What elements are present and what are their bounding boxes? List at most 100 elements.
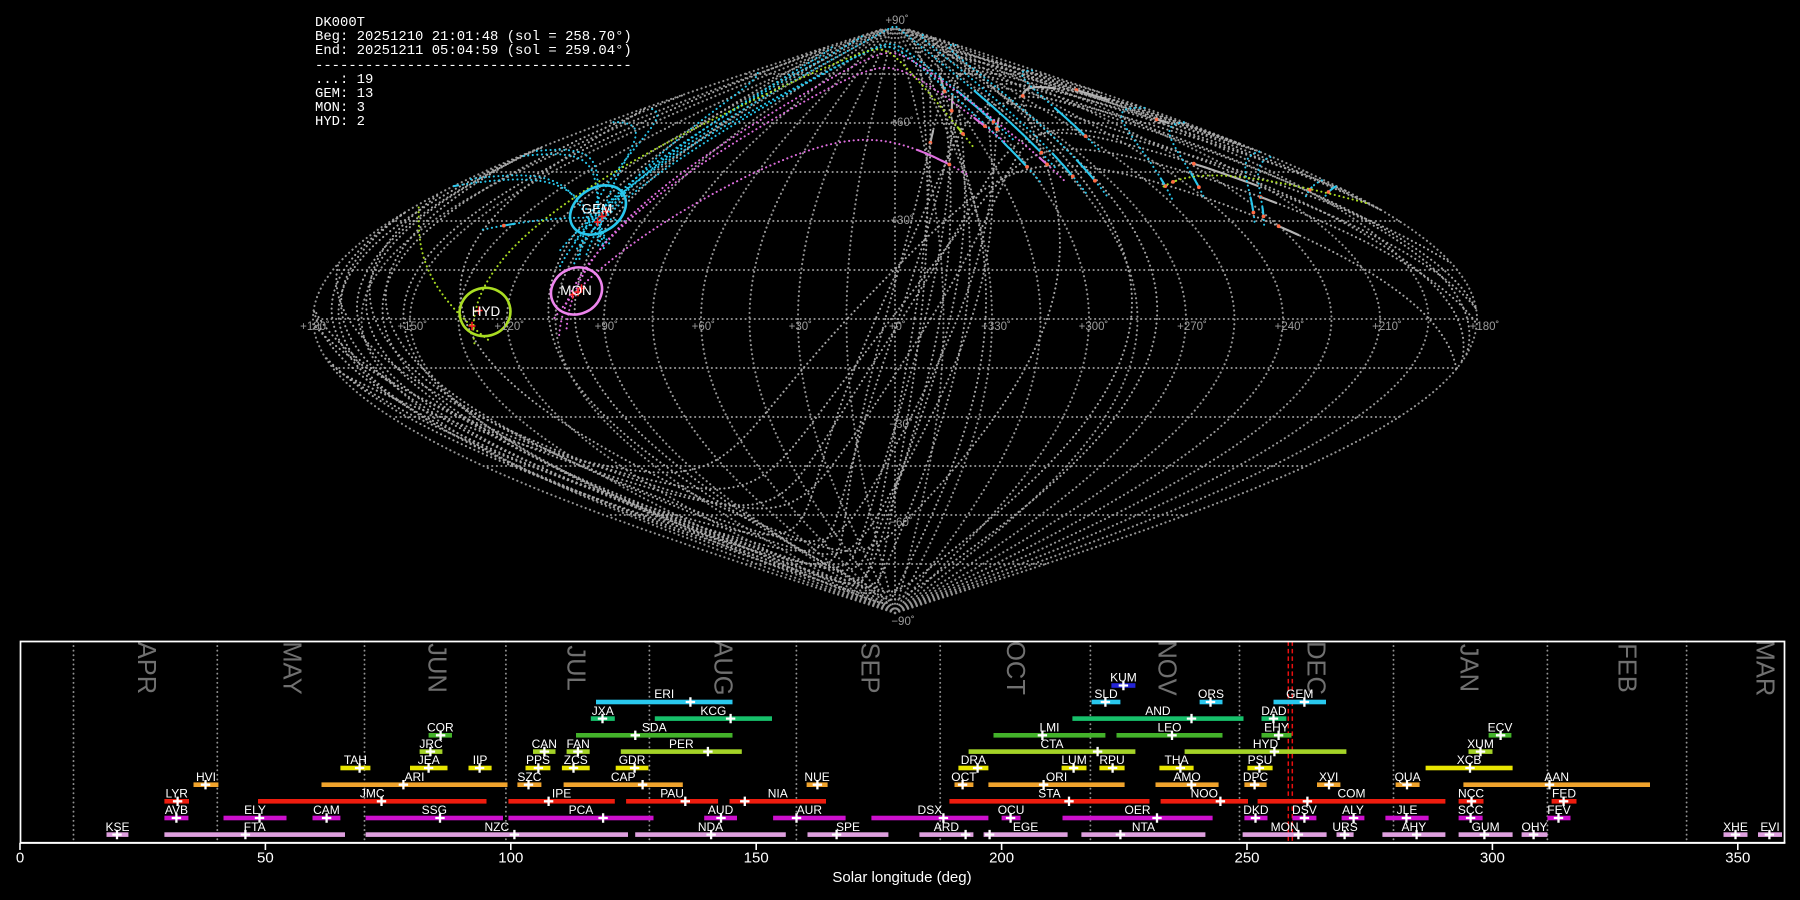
svg-text:HVI: HVI xyxy=(196,770,216,784)
svg-text:QUA: QUA xyxy=(1395,770,1421,784)
svg-text:CTA: CTA xyxy=(1040,737,1063,751)
svg-text:NTA: NTA xyxy=(1132,820,1155,834)
svg-text:APR: APR xyxy=(132,642,160,694)
svg-text:NOV: NOV xyxy=(1153,640,1181,695)
svg-text:PER: PER xyxy=(669,737,694,751)
svg-text:ECV: ECV xyxy=(1488,721,1513,735)
svg-text:TAH: TAH xyxy=(344,753,367,767)
svg-text:NCC: NCC xyxy=(1458,787,1484,801)
svg-text:SLD: SLD xyxy=(1094,687,1118,701)
svg-text:SPE: SPE xyxy=(836,820,860,834)
svg-text:250: 250 xyxy=(1234,850,1259,867)
svg-text:CAM: CAM xyxy=(313,803,340,817)
svg-text:DRA: DRA xyxy=(961,753,986,767)
svg-text:DKD: DKD xyxy=(1243,803,1269,817)
svg-text:XCB: XCB xyxy=(1457,753,1482,767)
svg-text:JLE: JLE xyxy=(1397,803,1418,817)
svg-text:ARD: ARD xyxy=(934,820,960,834)
svg-text:DPC: DPC xyxy=(1243,770,1269,784)
svg-text:SCC: SCC xyxy=(1458,803,1484,817)
svg-text:−90˚: −90˚ xyxy=(891,616,914,628)
svg-text:ARI: ARI xyxy=(404,770,424,784)
svg-text:OCU: OCU xyxy=(998,803,1025,817)
svg-text:+210˚: +210˚ xyxy=(1372,321,1402,333)
svg-text:OCT: OCT xyxy=(951,770,977,784)
svg-text:+180˚: +180˚ xyxy=(300,321,330,333)
svg-text:PCA: PCA xyxy=(569,803,594,817)
svg-text:NZC: NZC xyxy=(484,820,509,834)
svg-text:COM: COM xyxy=(1338,787,1366,801)
svg-text:ELY: ELY xyxy=(244,803,266,817)
svg-text:IPE: IPE xyxy=(552,787,571,801)
svg-text:FEB: FEB xyxy=(1613,643,1641,693)
svg-text:OHY: OHY xyxy=(1521,820,1547,834)
svg-text:+330˚: +330˚ xyxy=(981,321,1011,333)
svg-text:AVB: AVB xyxy=(165,803,188,817)
svg-text:ALY: ALY xyxy=(1342,803,1364,817)
svg-text:+60˚: +60˚ xyxy=(692,321,715,333)
svg-text:AHY: AHY xyxy=(1402,820,1427,834)
svg-text:EHY: EHY xyxy=(1264,721,1289,735)
svg-text:HYD: HYD xyxy=(472,304,501,319)
svg-text:GEM: GEM xyxy=(1286,687,1313,701)
svg-text:SEP: SEP xyxy=(856,642,884,693)
svg-text:JXA: JXA xyxy=(592,704,614,718)
svg-text:GDR: GDR xyxy=(619,753,646,767)
svg-text:−30˚: −30˚ xyxy=(889,419,912,431)
svg-text:JUL: JUL xyxy=(562,645,590,690)
svg-text:KCG: KCG xyxy=(700,704,726,718)
svg-text:JMC: JMC xyxy=(360,787,385,801)
svg-text:DSX: DSX xyxy=(918,803,943,817)
svg-text:FAN: FAN xyxy=(566,737,589,751)
svg-text:+180˚: +180˚ xyxy=(1470,321,1500,333)
svg-text:COR: COR xyxy=(427,721,454,735)
svg-text:FTA: FTA xyxy=(244,820,266,834)
svg-text:300: 300 xyxy=(1480,850,1505,867)
svg-text:ERI: ERI xyxy=(654,687,674,701)
svg-text:+90˚: +90˚ xyxy=(595,321,618,333)
svg-text:JUN: JUN xyxy=(423,643,451,693)
svg-text:OER: OER xyxy=(1125,803,1151,817)
svg-text:+60˚: +60˚ xyxy=(890,117,913,129)
svg-text:SZC: SZC xyxy=(517,770,541,784)
svg-text:LUM: LUM xyxy=(1061,753,1086,767)
svg-text:0: 0 xyxy=(16,850,24,867)
svg-text:150: 150 xyxy=(744,850,769,867)
svg-text:JAN: JAN xyxy=(1454,644,1482,692)
svg-text:AMO: AMO xyxy=(1173,770,1200,784)
svg-text:HYD: HYD xyxy=(1253,737,1279,751)
svg-text:STA: STA xyxy=(1038,787,1060,801)
svg-text:EVI: EVI xyxy=(1760,820,1779,834)
svg-text:DAD: DAD xyxy=(1261,704,1287,718)
svg-text:100: 100 xyxy=(498,850,523,867)
svg-text:NDA: NDA xyxy=(698,820,723,834)
svg-text:JRC: JRC xyxy=(419,737,443,751)
svg-text:FEV: FEV xyxy=(1547,803,1570,817)
svg-text:MON: MON xyxy=(1271,820,1299,834)
svg-text:MAY: MAY xyxy=(278,641,306,694)
svg-text:PSU: PSU xyxy=(1248,753,1273,767)
svg-text:NIA: NIA xyxy=(768,787,788,801)
svg-text:KUM: KUM xyxy=(1110,671,1137,685)
svg-text:+300˚: +300˚ xyxy=(1079,321,1109,333)
svg-text:JEA: JEA xyxy=(418,753,440,767)
svg-text:+0˚: +0˚ xyxy=(889,321,906,333)
svg-text:SSG: SSG xyxy=(422,803,447,817)
svg-text:SDA: SDA xyxy=(642,721,667,735)
svg-text:AND: AND xyxy=(1145,704,1171,718)
svg-text:+240˚: +240˚ xyxy=(1275,321,1305,333)
svg-text:PPS: PPS xyxy=(526,753,550,767)
svg-text:+30˚: +30˚ xyxy=(890,215,913,227)
svg-text:+90˚: +90˚ xyxy=(885,15,908,27)
svg-text:+150˚: +150˚ xyxy=(397,321,427,333)
svg-text:LYR: LYR xyxy=(165,787,188,801)
svg-text:+270˚: +270˚ xyxy=(1177,321,1207,333)
svg-text:NOO: NOO xyxy=(1191,787,1218,801)
svg-text:ORI: ORI xyxy=(1046,770,1067,784)
svg-text:AUG: AUG xyxy=(709,640,737,695)
svg-text:GUM: GUM xyxy=(1472,820,1500,834)
svg-text:KSE: KSE xyxy=(105,820,129,834)
svg-text:CAN: CAN xyxy=(532,737,557,751)
svg-text:AUD: AUD xyxy=(708,803,734,817)
svg-text:LMI: LMI xyxy=(1039,721,1059,735)
